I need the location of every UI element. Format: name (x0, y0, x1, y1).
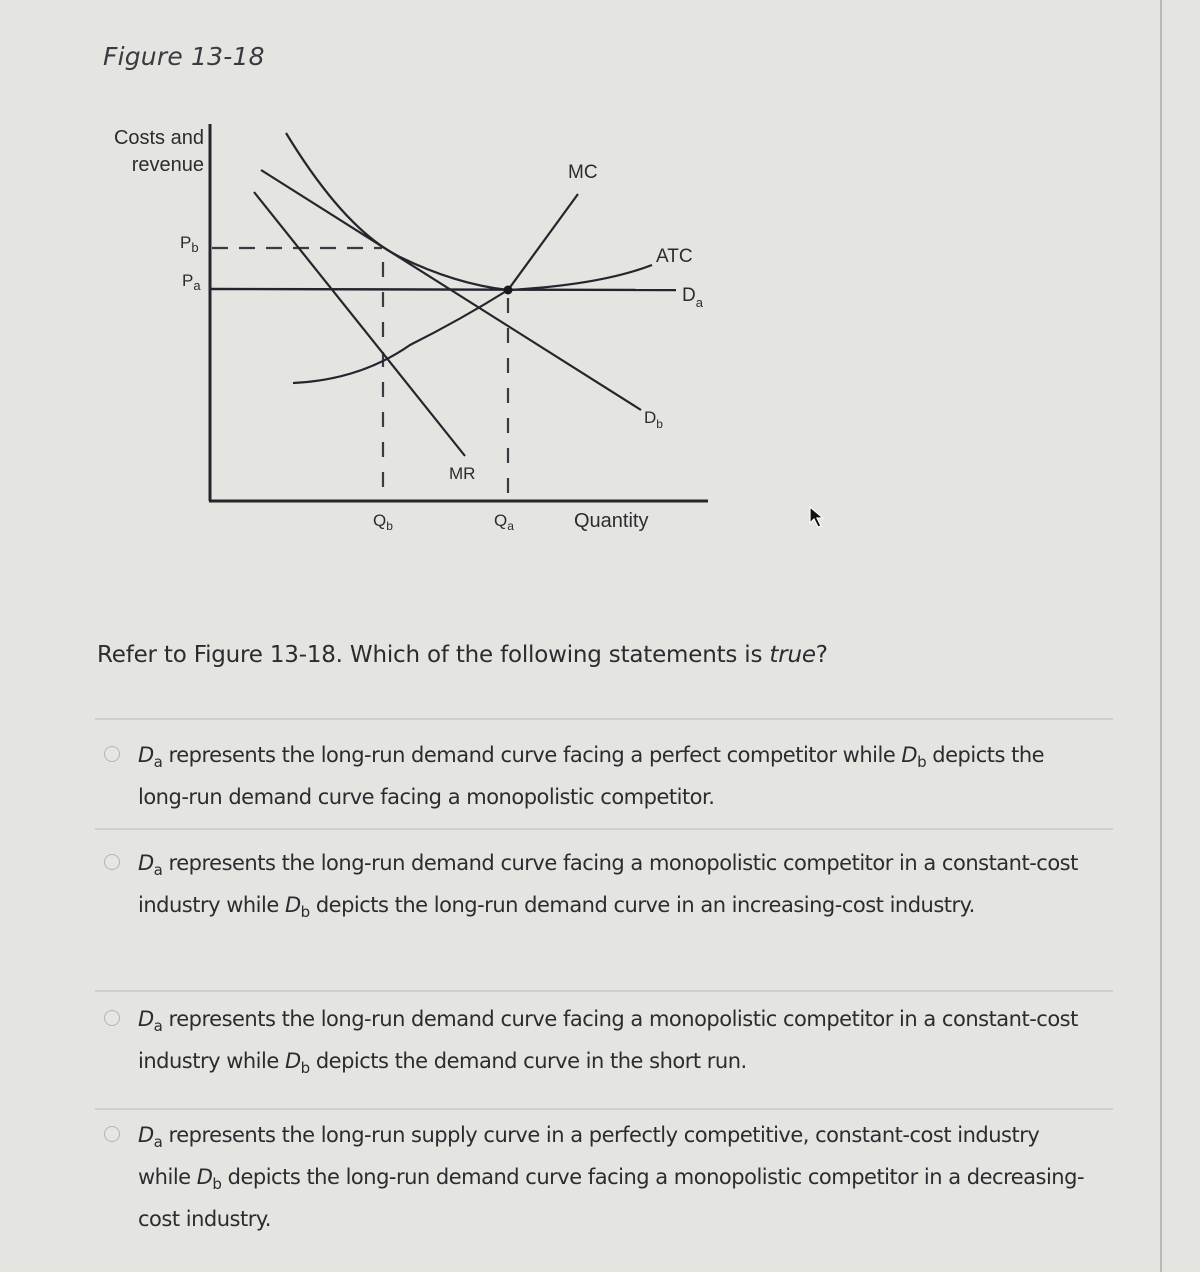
option-text: Da represents the long-run demand curve … (138, 1007, 1078, 1077)
question-suffix: ? (815, 642, 828, 668)
answer-option-3[interactable]: Da represents the long-run demand curve … (104, 998, 1094, 1082)
price-label-pb: Pb (180, 233, 199, 255)
option-text: Da represents the long-run demand curve … (138, 743, 1045, 809)
radio-button[interactable] (104, 1126, 120, 1142)
atc-curve (285, 132, 653, 292)
economics-graph: Costs and revenue Pb Pa MC ATC Da Db MR … (114, 124, 708, 533)
mouse-cursor-icon (809, 505, 825, 528)
da-demand-curve (210, 287, 677, 292)
price-label-pa: Pa (182, 271, 201, 293)
answer-option-2[interactable]: Da represents the long-run demand curve … (104, 842, 1094, 926)
question-emphasis: true (769, 642, 816, 668)
da-label: Da (682, 285, 704, 310)
divider (95, 1108, 1113, 1110)
divider (95, 990, 1113, 992)
qa-label: Qa (494, 511, 514, 533)
atc-label: ATC (656, 246, 693, 267)
answer-option-1[interactable]: Da represents the long-run demand curve … (104, 734, 1094, 818)
radio-button[interactable] (104, 746, 120, 762)
question-text: Refer to Figure 13-18. Which of the foll… (97, 642, 828, 668)
y-axis-label-line1: Costs and (114, 127, 204, 149)
radio-button[interactable] (104, 854, 120, 870)
mr-label: MR (449, 464, 475, 483)
mc-label: MC (568, 162, 598, 183)
question-prefix: Refer to Figure 13-18. Which of the foll… (97, 642, 770, 668)
divider (95, 828, 1113, 830)
option-text: Da represents the long-run demand curve … (138, 851, 1078, 921)
qb-label: Qb (373, 511, 393, 533)
x-axis-label: Quantity (574, 510, 648, 532)
db-label: Db (644, 408, 663, 431)
y-axis-label-line2: revenue (132, 154, 204, 176)
radio-button[interactable] (104, 1010, 120, 1026)
option-text: Da represents the long-run supply curve … (138, 1123, 1085, 1231)
answer-option-4[interactable]: Da represents the long-run supply curve … (104, 1114, 1094, 1240)
equilibrium-point (503, 285, 513, 295)
divider (95, 718, 1113, 720)
